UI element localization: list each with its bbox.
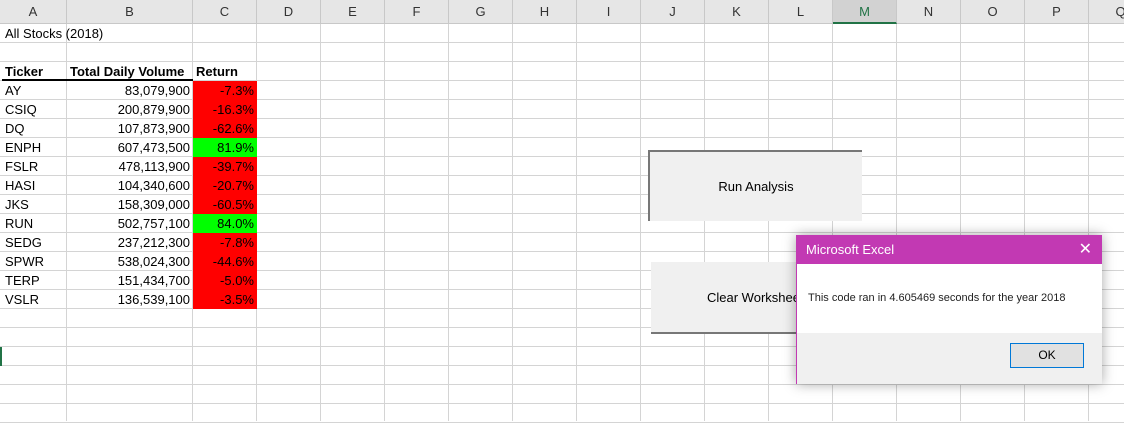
- return-cell[interactable]: -60.5%: [193, 195, 257, 214]
- header-return: Return: [196, 64, 238, 79]
- column-header-k[interactable]: K: [705, 0, 769, 24]
- column-header-i[interactable]: I: [577, 0, 641, 24]
- column-gridline: [704, 24, 705, 421]
- ticker-cell[interactable]: JKS: [2, 195, 67, 214]
- volume-cell[interactable]: 200,879,900: [67, 100, 193, 119]
- volume-cell[interactable]: 151,434,700: [67, 271, 193, 290]
- column-gridline: [640, 24, 641, 421]
- column-header-e[interactable]: E: [321, 0, 385, 24]
- dialog-footer: OK: [797, 333, 1102, 384]
- row-gridline: [0, 384, 1124, 385]
- column-gridline: [576, 24, 577, 421]
- ticker-cell[interactable]: FSLR: [2, 157, 67, 176]
- column-header-q[interactable]: Q: [1089, 0, 1124, 24]
- return-cell[interactable]: 81.9%: [193, 138, 257, 157]
- return-cell[interactable]: -62.6%: [193, 119, 257, 138]
- sheet-title: All Stocks (2018): [5, 26, 104, 41]
- volume-cell[interactable]: 502,757,100: [67, 214, 193, 233]
- return-cell[interactable]: -7.8%: [193, 233, 257, 252]
- column-gridline: [320, 24, 321, 421]
- ticker-cell[interactable]: CSIQ: [2, 100, 67, 119]
- column-header-d[interactable]: D: [257, 0, 321, 24]
- ticker-cell[interactable]: VSLR: [2, 290, 67, 309]
- column-header-b[interactable]: B: [67, 0, 193, 24]
- column-gridline: [384, 24, 385, 421]
- return-cell[interactable]: -7.3%: [193, 81, 257, 100]
- return-cell[interactable]: -20.7%: [193, 176, 257, 195]
- dialog-title: Microsoft Excel: [806, 242, 895, 257]
- ticker-cell[interactable]: SEDG: [2, 233, 67, 252]
- return-cell[interactable]: -44.6%: [193, 252, 257, 271]
- column-header-p[interactable]: P: [1025, 0, 1089, 24]
- return-cell[interactable]: -3.5%: [193, 290, 257, 309]
- column-header-c[interactable]: C: [193, 0, 257, 24]
- column-gridline: [512, 24, 513, 421]
- close-icon[interactable]: ✕: [1079, 235, 1092, 264]
- column-header-f[interactable]: F: [385, 0, 449, 24]
- return-cell[interactable]: -16.3%: [193, 100, 257, 119]
- column-header-j[interactable]: J: [641, 0, 705, 24]
- volume-cell[interactable]: 607,473,500: [67, 138, 193, 157]
- return-cell[interactable]: -39.7%: [193, 157, 257, 176]
- ticker-cell[interactable]: ENPH: [2, 138, 67, 157]
- ticker-cell[interactable]: TERP: [2, 271, 67, 290]
- volume-cell[interactable]: 478,113,900: [67, 157, 193, 176]
- dialog-message: This code ran in 4.605469 seconds for th…: [808, 292, 1066, 304]
- column-header-m[interactable]: M: [833, 0, 897, 24]
- message-dialog: Microsoft Excel ✕ This code ran in 4.605…: [796, 235, 1102, 384]
- volume-cell[interactable]: 136,539,100: [67, 290, 193, 309]
- header-ticker: Ticker: [2, 62, 67, 81]
- ticker-cell[interactable]: DQ: [2, 119, 67, 138]
- volume-cell[interactable]: 158,309,000: [67, 195, 193, 214]
- ticker-cell[interactable]: SPWR: [2, 252, 67, 271]
- volume-cell[interactable]: 107,873,900: [67, 119, 193, 138]
- column-header-l[interactable]: L: [769, 0, 833, 24]
- row-gridline: [0, 403, 1124, 404]
- volume-cell[interactable]: 104,340,600: [67, 176, 193, 195]
- column-gridline: [448, 24, 449, 421]
- ticker-cell[interactable]: AY: [2, 81, 67, 100]
- column-header-a[interactable]: A: [0, 0, 67, 24]
- column-header-h[interactable]: H: [513, 0, 577, 24]
- volume-cell[interactable]: 237,212,300: [67, 233, 193, 252]
- return-cell[interactable]: -5.0%: [193, 271, 257, 290]
- row-selection-marker: [0, 347, 2, 366]
- ticker-cell[interactable]: HASI: [2, 176, 67, 195]
- dialog-title-bar: Microsoft Excel ✕: [797, 235, 1102, 264]
- volume-cell[interactable]: 83,079,900: [67, 81, 193, 100]
- run-analysis-button[interactable]: Run Analysis: [648, 150, 862, 221]
- ticker-cell[interactable]: RUN: [2, 214, 67, 233]
- column-header-o[interactable]: O: [961, 0, 1025, 24]
- return-cell[interactable]: 84.0%: [193, 214, 257, 233]
- column-header-g[interactable]: G: [449, 0, 513, 24]
- column-header-n[interactable]: N: [897, 0, 961, 24]
- header-volume: Total Daily Volume: [67, 62, 193, 81]
- volume-cell[interactable]: 538,024,300: [67, 252, 193, 271]
- ok-button[interactable]: OK: [1010, 343, 1084, 368]
- column-gridline: [768, 24, 769, 421]
